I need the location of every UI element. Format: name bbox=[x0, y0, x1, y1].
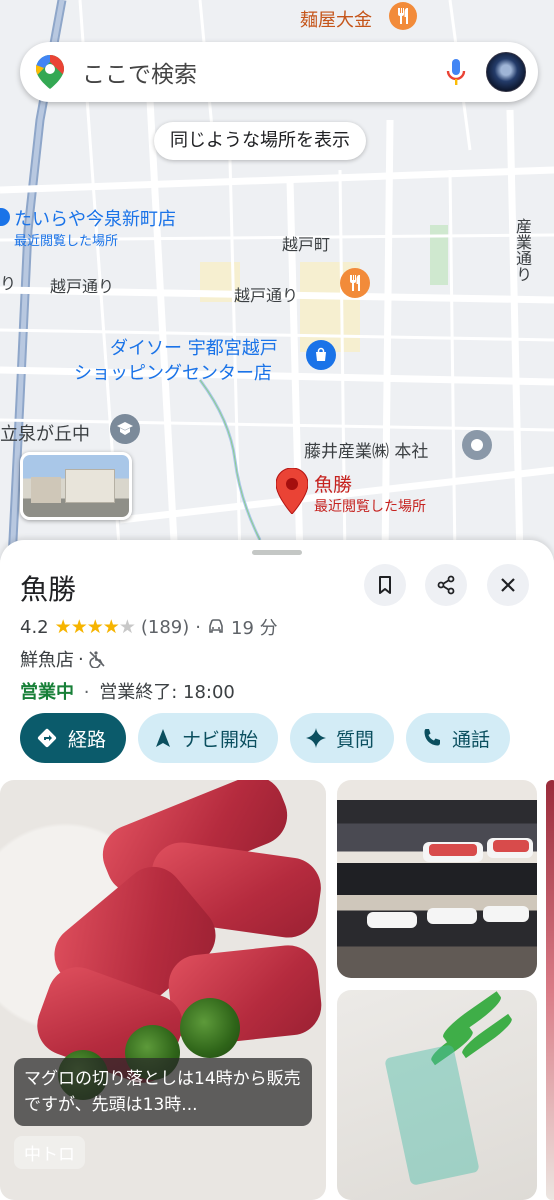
star-icon: ★ bbox=[54, 616, 72, 638]
closing-time: 営業終了: 18:00 bbox=[99, 682, 235, 703]
search-input[interactable]: ここで検索 bbox=[82, 55, 444, 89]
place-sheet: 魚勝 4.2 ★★★★★ (189) · 19 分 鮮魚店 · 営業中 · 営業… bbox=[0, 540, 554, 1200]
share-icon bbox=[437, 575, 455, 595]
start-navigation-button[interactable]: ナビ開始 bbox=[138, 713, 279, 763]
star-empty-icon: ★ bbox=[118, 616, 136, 638]
map-label-koshido-street: 越戸通り bbox=[50, 277, 115, 296]
restaurant-icon[interactable] bbox=[340, 268, 370, 298]
category-row: 鮮魚店 · bbox=[20, 646, 106, 672]
separator: · bbox=[83, 682, 90, 703]
star-icon: ★ bbox=[70, 616, 88, 638]
map-label-sangyo-street: 産業通り bbox=[513, 218, 532, 282]
ask-label: 質問 bbox=[336, 728, 375, 751]
phone-icon bbox=[424, 729, 441, 746]
street-view-thumbnail[interactable] bbox=[20, 452, 132, 520]
school-icon[interactable] bbox=[110, 414, 140, 444]
sheet-drag-handle[interactable] bbox=[252, 550, 302, 555]
map-label-selected-name[interactable]: 魚勝 bbox=[314, 470, 352, 497]
place-pin-icon[interactable] bbox=[275, 467, 309, 515]
map-label-izumigaoka[interactable]: 立泉が丘中 bbox=[0, 420, 90, 446]
similar-places-button[interactable]: 同じような場所を表示 bbox=[154, 122, 366, 160]
separator: · bbox=[78, 648, 84, 670]
rating-stars: ★★★★★ bbox=[54, 616, 136, 638]
share-button[interactable] bbox=[425, 564, 467, 606]
star-icon: ★ bbox=[86, 616, 104, 638]
directions-label: 経路 bbox=[68, 728, 107, 751]
map-label-koshido-town: 越戸町 bbox=[282, 235, 331, 254]
restaurant-icon[interactable] bbox=[389, 2, 417, 30]
star-icon: ★ bbox=[102, 616, 120, 638]
map-label-selected-sub: 最近閲覧した場所 bbox=[314, 499, 426, 515]
review-count: (189) bbox=[140, 616, 190, 638]
open-status: 営業中 bbox=[20, 682, 74, 703]
separator: · bbox=[195, 616, 202, 638]
rating-value: 4.2 bbox=[20, 616, 49, 638]
action-chips: 経路 ナビ開始 質問 通話 bbox=[20, 713, 511, 763]
mic-icon[interactable] bbox=[444, 57, 468, 87]
directions-icon bbox=[37, 728, 57, 748]
map-label-koshido-street-2: 越戸通り bbox=[234, 286, 299, 305]
photo-tuna-sashimi[interactable]: マグロの切り落としは14時から販売ですが、先頭は13時... 中トロ bbox=[0, 780, 326, 1200]
no-wheelchair-icon bbox=[89, 651, 105, 668]
photo-caption: マグロの切り落としは14時から販売ですが、先頭は13時... bbox=[14, 1058, 312, 1126]
call-label: 通話 bbox=[452, 728, 491, 751]
map-label-menya-daikin[interactable]: 麺屋大金 bbox=[300, 6, 372, 32]
business-icon[interactable] bbox=[462, 430, 492, 460]
google-maps-logo-icon bbox=[36, 55, 64, 89]
map-label-street-edge: り bbox=[0, 274, 17, 293]
call-button[interactable]: 通話 bbox=[406, 713, 511, 763]
shopping-icon[interactable] bbox=[306, 340, 336, 370]
hours-row[interactable]: 営業中 · 営業終了: 18:00 bbox=[20, 678, 235, 704]
rating-row[interactable]: 4.2 ★★★★★ (189) · 19 分 bbox=[20, 614, 278, 640]
photo-tag: 中トロ bbox=[14, 1136, 85, 1169]
car-icon bbox=[209, 619, 223, 633]
directions-button[interactable]: 経路 bbox=[20, 713, 127, 763]
ask-button[interactable]: 質問 bbox=[290, 713, 395, 763]
save-button[interactable] bbox=[364, 564, 406, 606]
navigation-arrow-icon bbox=[156, 729, 171, 747]
photo-next-preview[interactable] bbox=[546, 780, 554, 1200]
map-label-daiso-line2[interactable]: ショッピングセンター店 bbox=[74, 359, 272, 385]
bookmark-icon bbox=[379, 576, 391, 594]
close-icon bbox=[501, 578, 515, 592]
close-button[interactable] bbox=[487, 564, 529, 606]
map-label-fujii[interactable]: 藤井産業㈱ 本社 bbox=[304, 437, 428, 462]
map-label-tairaya[interactable]: たいらや今泉新町店 bbox=[14, 205, 176, 231]
map-label-daiso-line1[interactable]: ダイソー 宇都宮越戸 bbox=[110, 334, 278, 360]
photo-display-case[interactable] bbox=[337, 780, 537, 978]
photo-sashimi-garnish[interactable] bbox=[337, 990, 537, 1200]
sparkle-icon bbox=[306, 728, 327, 748]
map-label-tairaya-sub: 最近閲覧した場所 bbox=[14, 234, 119, 249]
place-title: 魚勝 bbox=[20, 573, 77, 606]
avatar[interactable] bbox=[486, 52, 526, 92]
search-bar[interactable]: ここで検索 bbox=[20, 42, 538, 102]
drive-time: 19 分 bbox=[231, 618, 278, 639]
place-category: 鮮魚店 bbox=[20, 650, 74, 671]
start-navigation-label: ナビ開始 bbox=[182, 728, 259, 751]
